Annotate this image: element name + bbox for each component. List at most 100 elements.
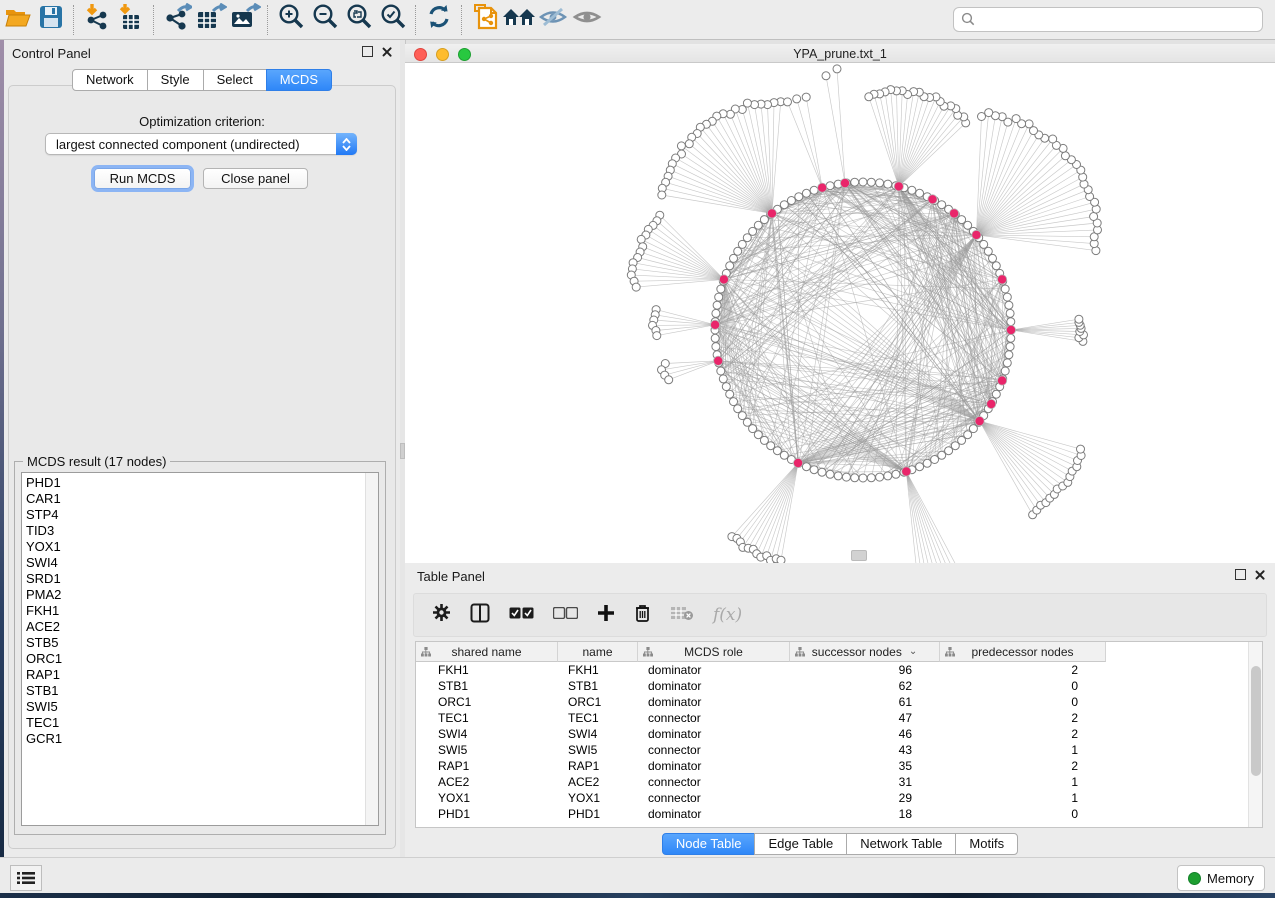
graph-mcds-node[interactable] xyxy=(998,275,1007,284)
graph-node[interactable] xyxy=(711,334,719,342)
cell-name[interactable]: STB1 xyxy=(558,679,638,693)
optimization-criterion-select[interactable]: largest connected component (undirected) xyxy=(45,133,357,155)
graph-node[interactable] xyxy=(717,285,725,293)
graph-node[interactable] xyxy=(730,254,738,262)
graph-node[interactable] xyxy=(677,142,685,150)
graph-node[interactable] xyxy=(884,180,892,188)
cell-shared-name[interactable]: SWI5 xyxy=(416,743,558,757)
graph-node[interactable] xyxy=(719,375,727,383)
mcds-result-item[interactable]: TEC1 xyxy=(26,715,364,731)
mcds-result-item[interactable]: FKH1 xyxy=(26,603,364,619)
zoom-fit-button[interactable] xyxy=(342,4,376,36)
float-window-icon[interactable] xyxy=(362,46,373,57)
graph-node[interactable] xyxy=(722,383,730,391)
cell-shared-name[interactable]: STB1 xyxy=(416,679,558,693)
graph-node[interactable] xyxy=(780,451,788,459)
cell-predecessor-nodes[interactable]: 0 xyxy=(940,695,1106,709)
show-column-panel-button[interactable] xyxy=(470,603,490,628)
memory-button[interactable]: Memory xyxy=(1177,865,1265,891)
column-header-MCDS-role[interactable]: MCDS role xyxy=(638,642,790,662)
export-image-button[interactable] xyxy=(228,4,262,36)
graph-node[interactable] xyxy=(810,466,818,474)
graph-node[interactable] xyxy=(826,182,834,190)
graph-node[interactable] xyxy=(1006,343,1014,351)
cell-MCDS-role[interactable]: connector xyxy=(638,711,790,725)
cell-predecessor-nodes[interactable]: 0 xyxy=(940,679,1106,693)
mcds-result-item[interactable]: SWI5 xyxy=(26,699,364,715)
cell-MCDS-role[interactable]: connector xyxy=(638,791,790,805)
mcds-result-item[interactable]: PMA2 xyxy=(26,587,364,603)
graph-node[interactable] xyxy=(916,189,924,197)
graph-mcds-node[interactable] xyxy=(719,275,728,284)
table-tab-edge-table[interactable]: Edge Table xyxy=(754,833,847,855)
graph-node[interactable] xyxy=(734,247,742,255)
table-vscrollbar[interactable] xyxy=(1248,642,1262,827)
graph-mcds-node[interactable] xyxy=(818,183,827,192)
cell-successor-nodes[interactable]: 43 xyxy=(790,743,940,757)
graph-node[interactable] xyxy=(884,472,892,480)
graph-node[interactable] xyxy=(1007,334,1015,342)
graph-node[interactable] xyxy=(867,178,875,186)
select-all-columns-button[interactable] xyxy=(509,606,534,624)
export-network-button[interactable] xyxy=(160,4,194,36)
mcds-list-scrollbar[interactable] xyxy=(365,473,378,825)
graph-node[interactable] xyxy=(851,474,859,482)
graph-node[interactable] xyxy=(992,390,1000,398)
graph-node[interactable] xyxy=(842,473,850,481)
task-history-button[interactable] xyxy=(10,865,42,891)
cell-shared-name[interactable]: PHD1 xyxy=(416,807,558,821)
mcds-result-item[interactable]: STP4 xyxy=(26,507,364,523)
cell-shared-name[interactable]: TEC1 xyxy=(416,711,558,725)
import-table-button[interactable] xyxy=(114,4,148,36)
first-neighbors-button[interactable] xyxy=(502,4,536,36)
graph-node[interactable] xyxy=(833,65,841,73)
graph-node[interactable] xyxy=(713,301,721,309)
graph-node[interactable] xyxy=(923,459,931,467)
apply-layout-button[interactable] xyxy=(422,4,456,36)
graph-node[interactable] xyxy=(1061,152,1069,160)
tab-network[interactable]: Network xyxy=(72,69,148,91)
unselect-all-columns-button[interactable] xyxy=(553,606,578,624)
graph-node[interactable] xyxy=(712,343,720,351)
graph-node[interactable] xyxy=(802,189,810,197)
graph-node[interactable] xyxy=(777,556,785,563)
tab-style[interactable]: Style xyxy=(147,69,204,91)
graph-node[interactable] xyxy=(726,110,734,118)
graph-node[interactable] xyxy=(730,398,738,406)
table-row[interactable]: SWI4SWI4dominator462 xyxy=(416,726,1249,742)
column-header-predecessor-nodes[interactable]: predecessor nodes xyxy=(940,642,1106,662)
graph-node[interactable] xyxy=(726,390,734,398)
graph-node[interactable] xyxy=(793,95,801,103)
graph-node[interactable] xyxy=(1001,285,1009,293)
graph-mcds-node[interactable] xyxy=(1006,325,1015,334)
cell-name[interactable]: TEC1 xyxy=(558,711,638,725)
cell-predecessor-nodes[interactable]: 2 xyxy=(940,727,1106,741)
table-row[interactable]: FKH1FKH1dominator962 xyxy=(416,662,1249,678)
cell-shared-name[interactable]: ORC1 xyxy=(416,695,558,709)
table-row[interactable]: YOX1YOX1connector291 xyxy=(416,790,1249,806)
mcds-result-item[interactable]: ORC1 xyxy=(26,651,364,667)
cell-successor-nodes[interactable]: 96 xyxy=(790,663,940,677)
cell-predecessor-nodes[interactable]: 0 xyxy=(940,807,1106,821)
cell-MCDS-role[interactable]: dominator xyxy=(638,679,790,693)
graph-node[interactable] xyxy=(1075,315,1083,323)
cell-predecessor-nodes[interactable]: 2 xyxy=(940,711,1106,725)
graph-node[interactable] xyxy=(876,473,884,481)
graph-node[interactable] xyxy=(637,235,645,243)
graph-node[interactable] xyxy=(1077,445,1085,453)
export-table-button[interactable] xyxy=(194,4,228,36)
graph-node[interactable] xyxy=(802,93,810,101)
graph-node[interactable] xyxy=(985,109,993,117)
cell-shared-name[interactable]: RAP1 xyxy=(416,759,558,773)
column-header-shared-name[interactable]: shared name xyxy=(416,642,558,662)
column-header-name[interactable]: name xyxy=(558,642,638,662)
graph-node[interactable] xyxy=(892,470,900,478)
graph-node[interactable] xyxy=(1005,301,1013,309)
mcds-result-list[interactable]: PHD1CAR1STP4TID3YOX1SWI4SRD1PMA2FKH1ACE2… xyxy=(21,472,379,826)
graph-node[interactable] xyxy=(908,186,916,194)
graph-node[interactable] xyxy=(1003,293,1011,301)
mcds-result-item[interactable]: GCR1 xyxy=(26,731,364,747)
cell-name[interactable]: PHD1 xyxy=(558,807,638,821)
close-panel-button[interactable]: Close panel xyxy=(203,168,308,189)
cell-successor-nodes[interactable]: 18 xyxy=(790,807,940,821)
